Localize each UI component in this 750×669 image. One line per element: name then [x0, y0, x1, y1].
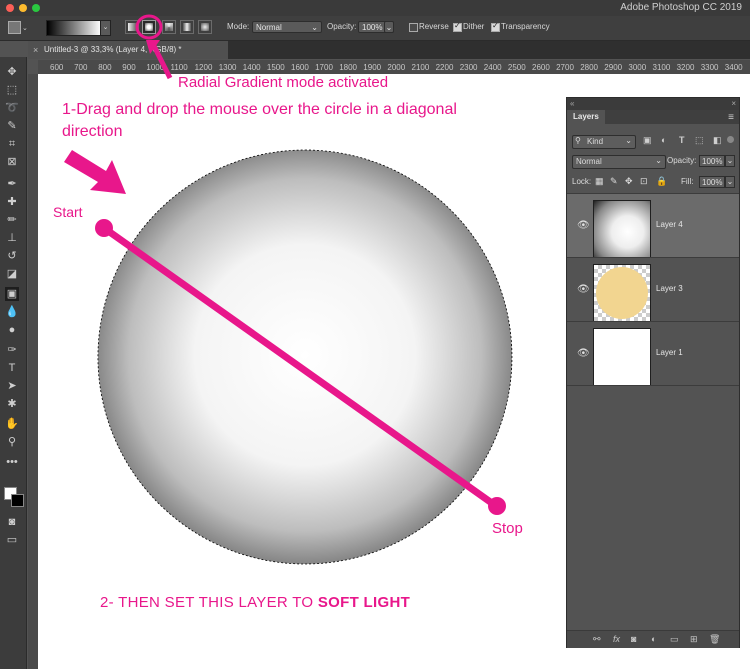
step2-prefix: 2- THEN SET THIS LAYER TO — [100, 594, 318, 611]
radial-button-highlight — [135, 14, 163, 40]
fill-dropdown-icon[interactable]: ⌄ — [725, 176, 735, 188]
step2-bold: SOFT LIGHT — [317, 594, 411, 611]
lock-artboard-icon[interactable]: ⊡ — [640, 176, 648, 187]
lock-transparent-icon[interactable]: ▦ — [595, 176, 604, 187]
mask-icon[interactable]: ◙ — [631, 634, 636, 644]
folder-icon[interactable]: ▭ — [670, 634, 679, 645]
adjustment-icon[interactable]: ◐ — [651, 634, 656, 644]
layer-opacity-label: Opacity: — [667, 156, 697, 165]
filter-toggle-icon[interactable] — [727, 136, 734, 143]
layer-name[interactable]: Layer 4 — [656, 220, 683, 229]
layer-row[interactable]: 👁 Layer 3 — [567, 257, 739, 322]
start-point — [95, 219, 113, 237]
filter-type-icon[interactable]: T — [679, 135, 685, 145]
lock-image-icon[interactable]: ✎ — [610, 176, 618, 187]
note-arrow-line — [150, 42, 173, 80]
gradient-circle — [98, 150, 512, 564]
blend-mode-select[interactable]: Normal ⌄ — [572, 155, 666, 169]
panel-menu-icon[interactable]: ≡ — [728, 112, 734, 123]
layers-panel-header: « × — [567, 98, 739, 110]
layer-opacity-dropdown-icon[interactable]: ⌄ — [725, 155, 735, 167]
visibility-eye-icon[interactable]: 👁 — [577, 220, 590, 231]
layer-name[interactable]: Layer 3 — [656, 284, 683, 293]
tab-layers[interactable]: Layers — [567, 110, 605, 124]
layers-footer: ⚯ fx ◙ ◐ ▭ ⊞ 🗑 — [567, 630, 739, 648]
layer-name[interactable]: Layer 1 — [656, 348, 683, 357]
lock-label: Lock: — [572, 177, 592, 186]
fx-icon[interactable]: fx — [613, 634, 620, 644]
blend-mode-value: Normal — [576, 157, 602, 166]
layer-row[interactable]: 👁 Layer 4 — [567, 193, 739, 258]
filter-pixel-icon[interactable]: ▣ — [643, 135, 652, 146]
visibility-eye-icon[interactable]: 👁 — [577, 284, 590, 295]
step2-note: 2- THEN SET THIS LAYER TO SOFT LIGHT — [100, 594, 410, 611]
chevron-down-icon: ⌄ — [625, 136, 632, 145]
filter-adjustment-icon[interactable]: ◐ — [661, 135, 666, 145]
link-icon[interactable]: ⚯ — [593, 634, 601, 645]
fill-value: 100% — [702, 178, 723, 187]
lock-all-icon[interactable]: 🔒 — [656, 176, 667, 187]
layer-thumbnail — [593, 264, 651, 322]
layer-opacity-value: 100% — [702, 157, 723, 166]
filter-kind-select[interactable]: ⚲ Kind ⌄ — [572, 135, 636, 149]
stop-label: Stop — [492, 520, 523, 537]
panel-close-icon[interactable]: × — [731, 99, 736, 108]
diagonal-arrow — [64, 150, 126, 194]
lock-position-icon[interactable]: ✥ — [625, 176, 633, 187]
step1-note: 1-Drag and drop the mouse over the circl… — [62, 101, 457, 140]
stop-point — [488, 497, 506, 515]
layer-row[interactable]: 👁 Layer 1 — [567, 321, 739, 386]
layer-list-divider — [567, 385, 739, 386]
search-icon: ⚲ — [575, 136, 581, 145]
visibility-eye-icon[interactable]: 👁 — [577, 348, 590, 359]
layer-thumbnail-circle — [596, 267, 648, 319]
layer-thumbnail — [593, 200, 651, 258]
start-label: Start — [53, 204, 83, 220]
chevron-down-icon: ⌄ — [655, 156, 662, 165]
new-layer-icon[interactable]: ⊞ — [690, 634, 698, 645]
filter-kind-label: Kind — [587, 137, 604, 146]
radial-mode-note: Radial Gradient mode activated — [178, 74, 389, 91]
layers-panel: « × Layers ≡ ⚲ Kind ⌄ ▣ ◐ T ⬚ ◧ Normal ⌄… — [566, 97, 740, 648]
filter-shape-icon[interactable]: ⬚ — [695, 135, 704, 146]
filter-smart-object-icon[interactable]: ◧ — [713, 135, 722, 146]
panel-collapse-icon[interactable]: « — [570, 99, 574, 108]
layer-opacity-input[interactable]: 100% — [699, 155, 725, 167]
fill-input[interactable]: 100% — [699, 176, 725, 188]
layer-thumbnail — [593, 328, 651, 386]
fill-label: Fill: — [681, 177, 694, 186]
trash-icon[interactable]: 🗑 — [709, 634, 720, 645]
